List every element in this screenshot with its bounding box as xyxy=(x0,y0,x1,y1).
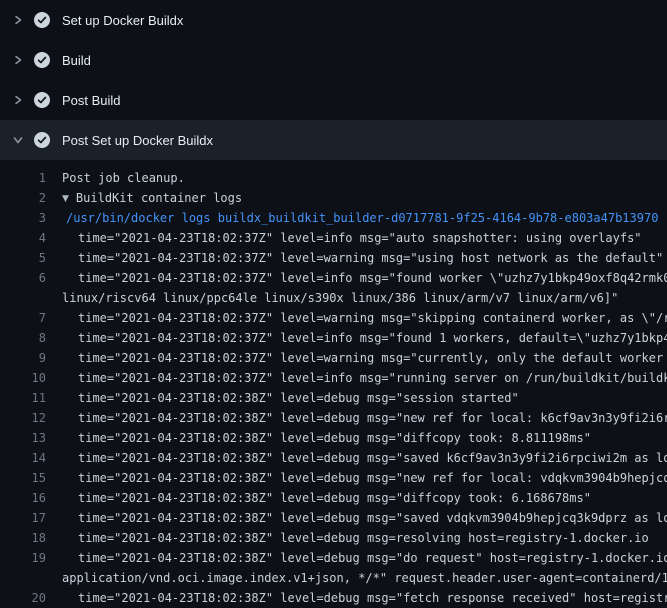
line-number xyxy=(0,288,46,308)
line-number[interactable]: 12 xyxy=(0,408,46,428)
line-number[interactable]: 9 xyxy=(0,348,46,368)
log-line: 10 time="2021-04-23T18:02:37Z" level=inf… xyxy=(0,368,667,388)
log-line: 15 time="2021-04-23T18:02:38Z" level=deb… xyxy=(0,468,667,488)
check-circle-icon xyxy=(34,52,50,68)
log-text: Post job cleanup. xyxy=(62,168,667,188)
group-toggle-triangle-icon[interactable]: ▼ xyxy=(62,189,69,208)
log-text: time="2021-04-23T18:02:38Z" level=debug … xyxy=(62,388,667,408)
log-line: 8 time="2021-04-23T18:02:37Z" level=info… xyxy=(0,328,667,348)
check-circle-icon xyxy=(34,92,50,108)
step-row-set-up-docker-buildx[interactable]: Set up Docker Buildx xyxy=(0,0,667,40)
chevron-right-icon xyxy=(10,52,26,68)
line-number xyxy=(0,568,46,588)
line-number[interactable]: 14 xyxy=(0,448,46,468)
step-label: Post Set up Docker Buildx xyxy=(62,133,213,148)
log-line-group-header: 2 ▼ BuildKit container logs xyxy=(0,188,667,208)
line-number[interactable]: 4 xyxy=(0,228,46,248)
step-label: Post Build xyxy=(62,93,121,108)
group-title: BuildKit container logs xyxy=(76,191,242,205)
log-line: 12 time="2021-04-23T18:02:38Z" level=deb… xyxy=(0,408,667,428)
chevron-down-icon xyxy=(10,132,26,148)
log-text: application/vnd.oci.image.index.v1+json,… xyxy=(62,568,667,588)
line-number[interactable]: 10 xyxy=(0,368,46,388)
log-line-wrap-continuation: linux/riscv64 linux/ppc64le linux/s390x … xyxy=(0,288,667,308)
log-line-wrap-continuation: application/vnd.oci.image.index.v1+json,… xyxy=(0,568,667,588)
line-number[interactable]: 8 xyxy=(0,328,46,348)
log-text: time="2021-04-23T18:02:38Z" level=debug … xyxy=(62,548,667,568)
log-text: linux/riscv64 linux/ppc64le linux/s390x … xyxy=(62,288,667,308)
log-line: 5 time="2021-04-23T18:02:37Z" level=warn… xyxy=(0,248,667,268)
chevron-right-icon xyxy=(10,92,26,108)
log-text: time="2021-04-23T18:02:38Z" level=debug … xyxy=(62,408,667,428)
log-text: time="2021-04-23T18:02:38Z" level=debug … xyxy=(62,488,667,508)
step-row-post-build[interactable]: Post Build xyxy=(0,80,667,120)
log-line: 9 time="2021-04-23T18:02:37Z" level=warn… xyxy=(0,348,667,368)
step-row-post-set-up-docker-buildx[interactable]: Post Set up Docker Buildx xyxy=(0,120,667,160)
line-number[interactable]: 6 xyxy=(0,268,46,288)
step-label: Build xyxy=(62,53,91,68)
line-number[interactable]: 19 xyxy=(0,548,46,568)
log-line: 4 time="2021-04-23T18:02:37Z" level=info… xyxy=(0,228,667,248)
command-text: /usr/bin/docker logs buildx_buildkit_bui… xyxy=(62,208,667,228)
check-circle-icon xyxy=(34,132,50,148)
line-number[interactable]: 11 xyxy=(0,388,46,408)
chevron-right-icon xyxy=(10,12,26,28)
log-line-command: 3 /usr/bin/docker logs buildx_buildkit_b… xyxy=(0,208,667,228)
line-number[interactable]: 17 xyxy=(0,508,46,528)
log-text: time="2021-04-23T18:02:37Z" level=warnin… xyxy=(62,248,667,268)
log-text: time="2021-04-23T18:02:37Z" level=info m… xyxy=(62,228,667,248)
log-text: time="2021-04-23T18:02:38Z" level=debug … xyxy=(62,528,667,548)
line-number[interactable]: 16 xyxy=(0,488,46,508)
log-line: 1 Post job cleanup. xyxy=(0,168,667,188)
log-text: ▼ BuildKit container logs xyxy=(62,188,667,208)
line-number[interactable]: 2 xyxy=(0,188,46,208)
line-number[interactable]: 1 xyxy=(0,168,46,188)
log-line: 16 time="2021-04-23T18:02:38Z" level=deb… xyxy=(0,488,667,508)
line-number[interactable]: 13 xyxy=(0,428,46,448)
log-text: time="2021-04-23T18:02:38Z" level=debug … xyxy=(62,588,667,608)
line-number[interactable]: 18 xyxy=(0,528,46,548)
log-line: 6 time="2021-04-23T18:02:37Z" level=info… xyxy=(0,268,667,288)
log-line: 17 time="2021-04-23T18:02:38Z" level=deb… xyxy=(0,508,667,528)
log-line: 13 time="2021-04-23T18:02:38Z" level=deb… xyxy=(0,428,667,448)
log-line: 20 time="2021-04-23T18:02:38Z" level=deb… xyxy=(0,588,667,608)
log-text: time="2021-04-23T18:02:38Z" level=debug … xyxy=(62,448,667,468)
log-text: time="2021-04-23T18:02:38Z" level=debug … xyxy=(62,508,667,528)
line-number[interactable]: 15 xyxy=(0,468,46,488)
line-number[interactable]: 20 xyxy=(0,588,46,608)
log-line: 18 time="2021-04-23T18:02:38Z" level=deb… xyxy=(0,528,667,548)
line-number[interactable]: 7 xyxy=(0,308,46,328)
log-viewer: 1 Post job cleanup. 2 ▼ BuildKit containe… xyxy=(0,160,667,608)
log-text: time="2021-04-23T18:02:38Z" level=debug … xyxy=(62,468,667,488)
log-line: 11 time="2021-04-23T18:02:38Z" level=deb… xyxy=(0,388,667,408)
log-text: time="2021-04-23T18:02:38Z" level=debug … xyxy=(62,428,667,448)
line-number[interactable]: 3 xyxy=(0,208,46,228)
log-line: 7 time="2021-04-23T18:02:37Z" level=warn… xyxy=(0,308,667,328)
step-label: Set up Docker Buildx xyxy=(62,13,183,28)
workflow-steps-list: Set up Docker Buildx Build Post Build Po… xyxy=(0,0,667,160)
log-text: time="2021-04-23T18:02:37Z" level=warnin… xyxy=(62,308,667,328)
log-line: 14 time="2021-04-23T18:02:38Z" level=deb… xyxy=(0,448,667,468)
log-text: time="2021-04-23T18:02:37Z" level=info m… xyxy=(62,368,667,388)
line-number[interactable]: 5 xyxy=(0,248,46,268)
log-text: time="2021-04-23T18:02:37Z" level=info m… xyxy=(62,328,667,348)
log-text: time="2021-04-23T18:02:37Z" level=info m… xyxy=(62,268,667,288)
step-row-build[interactable]: Build xyxy=(0,40,667,80)
check-circle-icon xyxy=(34,12,50,28)
log-text: time="2021-04-23T18:02:37Z" level=warnin… xyxy=(62,348,667,368)
log-line: 19 time="2021-04-23T18:02:38Z" level=deb… xyxy=(0,548,667,568)
